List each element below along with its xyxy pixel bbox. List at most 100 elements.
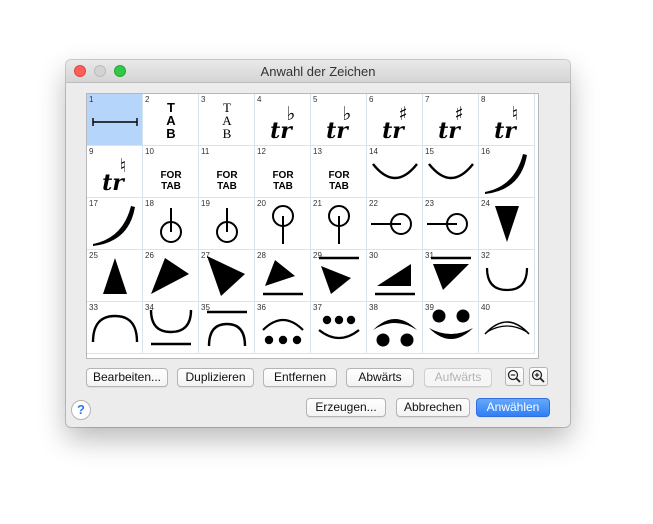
symbol-cell[interactable]: 13 FOR TAB [311, 146, 367, 198]
symbol-cell[interactable]: 27 [199, 250, 255, 302]
symbol-text: B [166, 126, 175, 141]
move-down-button[interactable]: Abwärts [346, 368, 414, 387]
arc-down-bar-icon [149, 309, 193, 346]
symbol-cell[interactable]: 23 [423, 198, 479, 250]
symbol-cell[interactable]: 39 [423, 302, 479, 354]
symbol-cell[interactable]: 5 ♭ tr [311, 94, 367, 146]
trill-sharp-icon: ♯tr [438, 103, 463, 144]
symbol-selection-dialog: Anwahl der Zeichen 1 2 T A B 3 T A B 4 ♭ tr 5 ♭ tr 6 ♯ tr… [66, 60, 570, 427]
symbol-cell[interactable]: 3TAB [199, 94, 255, 146]
zoom-in-button[interactable] [529, 367, 548, 386]
symbol-cell[interactable]: 37 [311, 302, 367, 354]
symbol-cell[interactable]: 26 [143, 250, 199, 302]
symbol-cell[interactable]: 7 ♯ tr [423, 94, 479, 146]
for-tab-icon: FORTAB [216, 170, 238, 192]
symbol-cell[interactable]: 17 [87, 198, 143, 250]
move-up-button[interactable]: Aufwärts [424, 368, 492, 387]
symbol-text: TAB [273, 181, 293, 192]
symbol-cell[interactable]: 15 [423, 146, 479, 198]
wedge-up-right-icon [151, 258, 189, 294]
for-tab-icon: FORTAB [272, 170, 294, 192]
arc-up-two-dots-icon [373, 319, 417, 347]
symbol-cell[interactable]: 36 [255, 302, 311, 354]
remove-button[interactable]: Entfernen [263, 368, 337, 387]
symbol-text: tr [326, 118, 349, 144]
symbol-cell[interactable]: 11 FOR TAB [199, 146, 255, 198]
arc-up-dots-icon [262, 318, 304, 345]
trill-flat-icon: ♭tr [270, 103, 295, 144]
trill-natural-icon: ♮tr [494, 103, 518, 144]
symbol-text: TAB [217, 181, 237, 192]
symbol-cell[interactable]: 38 [367, 302, 423, 354]
symbol-cell[interactable]: 14 [367, 146, 423, 198]
symbol-cell[interactable]: 22 [367, 198, 423, 250]
arc-down-two-dots-icon [429, 309, 473, 339]
symbol-cell[interactable]: 32 [479, 250, 535, 302]
symbol-grid-frame: 1 2 T A B 3 T A B 4 ♭ tr 5 ♭ tr 6 ♯ tr 7 ♯ tr 8 ♮ tr 9 ♮ tr 10 FOR TA… [86, 93, 539, 359]
symbol-text: FOR [328, 170, 350, 181]
zoom-out-icon [507, 369, 521, 383]
duplicate-button[interactable]: Duplizieren [177, 368, 254, 387]
bracket-line-icon [92, 118, 138, 126]
symbol-cell[interactable]: 30 [367, 250, 423, 302]
wedge-up-right-bar-icon [263, 260, 303, 296]
zoom-in-icon [531, 369, 545, 383]
symbol-cell[interactable]: 9 ♮ tr [87, 146, 143, 198]
symbol-text: TAB [161, 181, 181, 192]
symbol-text: FOR [160, 170, 182, 181]
arc-down-icon [428, 163, 474, 180]
circle-stem-up-icon [160, 208, 182, 243]
symbol-cell[interactable]: 33 [87, 302, 143, 354]
trill-natural-icon: ♮tr [102, 155, 126, 196]
curve-thick-lower-icon [93, 206, 135, 246]
symbol-cell[interactable]: 10 FOR TAB [143, 146, 199, 198]
circle-stem-down-icon [328, 205, 350, 244]
arc-down-icon [372, 163, 418, 180]
symbol-cell[interactable]: 35 [199, 302, 255, 354]
symbol-cell[interactable]: 21 [311, 198, 367, 250]
symbol-cell[interactable]: 24 [479, 198, 535, 250]
lens-arc-icon [484, 321, 530, 335]
wedge-right-bar-icon [375, 264, 415, 296]
select-button[interactable]: Anwählen [476, 398, 550, 417]
window-title: Anwahl der Zeichen [260, 64, 376, 79]
symbol-cell[interactable]: 18 [143, 198, 199, 250]
circle-stem-left-icon [371, 213, 412, 235]
arc-down-dots-icon [318, 315, 360, 340]
symbol-cell[interactable]: 34 [143, 302, 199, 354]
symbol-cell[interactable]: 19 [199, 198, 255, 250]
cancel-button[interactable]: Abbrechen [396, 398, 470, 417]
zoom-out-button[interactable] [505, 367, 524, 386]
wedge-down-right-bar-icon [319, 256, 359, 294]
symbol-cell[interactable]: 20 [255, 198, 311, 250]
symbol-cell[interactable]: 40 [479, 302, 535, 354]
symbol-text: tr [494, 118, 517, 144]
symbol-text: B [223, 126, 232, 141]
symbol-cell[interactable]: 31 [423, 250, 479, 302]
symbol-cell[interactable]: 4 ♭ tr [255, 94, 311, 146]
symbol-cell[interactable]: 6 ♯ tr [367, 94, 423, 146]
symbol-cell[interactable]: 8 ♮ tr [479, 94, 535, 146]
curve-thick-upper-icon [485, 154, 527, 194]
create-button[interactable]: Erzeugen... [306, 398, 386, 417]
symbol-cell[interactable]: 29 [311, 250, 367, 302]
tab-clef-bold-icon: TAB [166, 100, 176, 141]
symbol-cell[interactable]: 12 FOR TAB [255, 146, 311, 198]
circle-stem-down-icon [272, 205, 294, 244]
for-tab-icon: FORTAB [328, 170, 350, 192]
symbol-text: tr [102, 170, 125, 196]
symbol-cell[interactable]: 1 [87, 94, 143, 146]
symbol-cell[interactable]: 28 [255, 250, 311, 302]
symbol-cell[interactable]: 25 [87, 250, 143, 302]
symbol-cell[interactable]: 2TAB [143, 94, 199, 146]
help-button[interactable]: ? [71, 400, 91, 420]
arc-up-icon [91, 314, 139, 343]
symbol-cell[interactable]: 16 [479, 146, 535, 198]
title-bar: Anwahl der Zeichen [66, 60, 570, 83]
symbol-grid: 1 2 T A B 3 T A B 4 ♭ tr 5 ♭ tr 6 ♯ tr 7 ♯ tr 8 ♮ tr 9 ♮ tr 10 FOR TA… [87, 94, 535, 354]
edit-button[interactable]: Bearbeiten... [86, 368, 168, 387]
symbol-text: FOR [216, 170, 238, 181]
wedge-up-icon [103, 258, 127, 294]
wedge-down-icon [495, 206, 519, 242]
wedge-down-right-icon [207, 256, 245, 296]
